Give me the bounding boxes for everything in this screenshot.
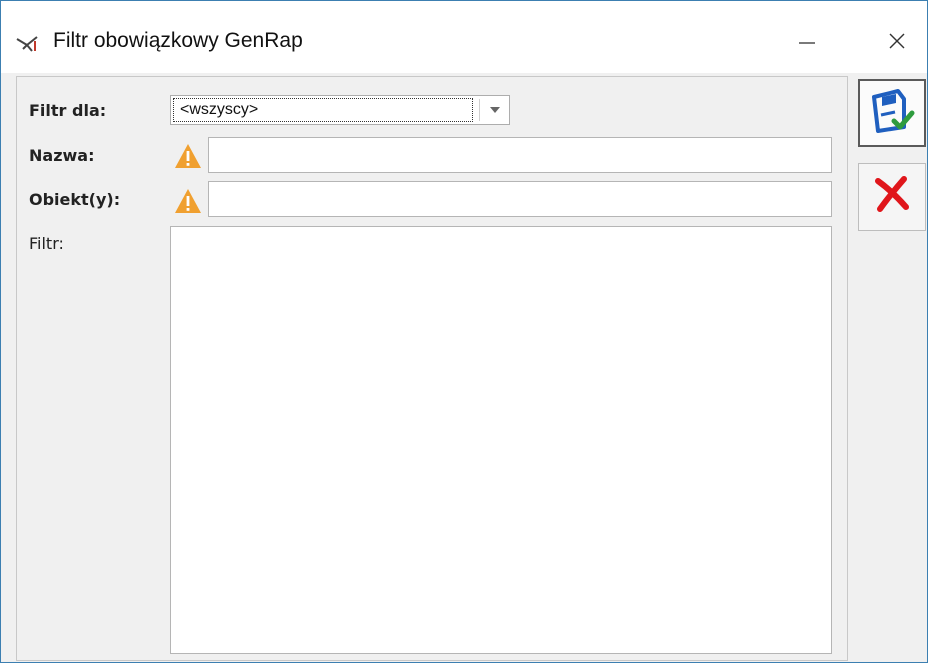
save-button[interactable]	[858, 79, 926, 147]
dialog-window: Filtr obowiązkowy GenRap Filtr dla: <wsz…	[0, 0, 928, 663]
chevron-down-icon	[489, 101, 501, 119]
objects-warning-icon	[173, 187, 203, 215]
close-button[interactable]	[867, 15, 927, 71]
close-icon	[887, 31, 907, 56]
objects-input[interactable]	[208, 181, 832, 217]
name-input[interactable]	[208, 137, 832, 173]
filter-textarea[interactable]	[170, 226, 832, 654]
filter-edit-icon	[15, 31, 41, 57]
name-label: Nazwa:	[29, 146, 95, 165]
save-disk-check-icon	[868, 87, 916, 140]
cancel-button[interactable]	[858, 163, 926, 231]
filter-for-label: Filtr dla:	[29, 101, 107, 120]
objects-label: Obiekt(y):	[29, 190, 121, 209]
filter-label: Filtr:	[29, 234, 64, 253]
red-x-cancel-icon	[872, 175, 912, 220]
filter-for-select[interactable]: <wszyscy>	[170, 95, 510, 125]
window-title: Filtr obowiązkowy GenRap	[53, 29, 303, 52]
minimize-icon	[797, 31, 817, 56]
filter-for-selected-value: <wszyscy>	[173, 98, 473, 122]
title-bar[interactable]: Filtr obowiązkowy GenRap	[1, 1, 927, 73]
filter-for-dropdown-button[interactable]	[480, 96, 510, 124]
minimize-button[interactable]	[777, 15, 837, 71]
name-warning-icon	[173, 142, 203, 170]
